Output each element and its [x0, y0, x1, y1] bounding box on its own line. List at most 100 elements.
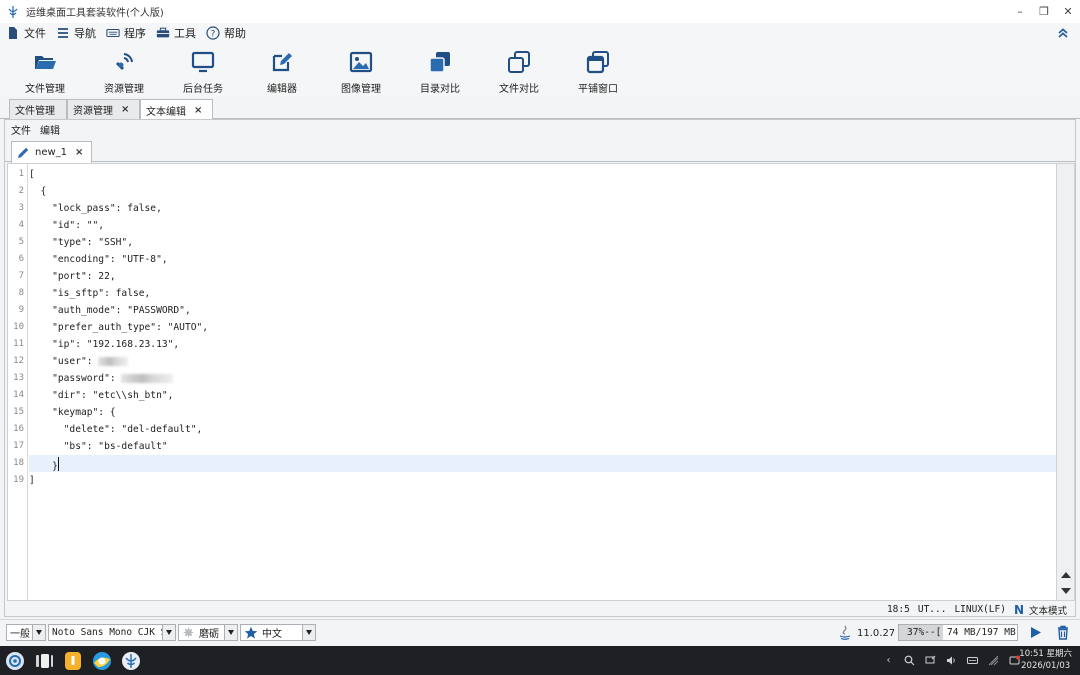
copy-solid-icon	[429, 52, 450, 73]
window-controls: – ❐ ✕	[1014, 0, 1074, 23]
tool-resource-manager[interactable]: 资源管理	[89, 47, 159, 95]
tool-file-compare[interactable]: 文件对比	[484, 47, 554, 95]
file-icon	[9, 27, 17, 39]
line-number: 7	[18, 271, 24, 281]
tab-close-button[interactable]: ×	[194, 105, 202, 116]
code-line-text: "user":	[29, 356, 99, 367]
editor-menu-edit[interactable]: 编辑	[40, 122, 60, 137]
trash-icon[interactable]	[1052, 624, 1074, 641]
vertical-scrollbar[interactable]	[1057, 163, 1075, 601]
tool-file-manager[interactable]: 文件管理	[10, 47, 80, 95]
font-select[interactable]: Noto Sans Mono CJK SC	[48, 624, 176, 641]
chevron-down-icon[interactable]	[224, 625, 237, 640]
file-tab-close-button[interactable]: ×	[75, 147, 83, 158]
menu-tools[interactable]: 工具	[156, 23, 196, 43]
file-tab-label: new_1	[35, 147, 68, 158]
restore-button[interactable]: ❐	[1038, 5, 1050, 18]
line-number: 10	[13, 322, 24, 332]
theme-select[interactable]: 磨砺	[178, 624, 238, 641]
code-line: "bs": "bs-default"	[29, 438, 1056, 455]
line-ending-indicator[interactable]: LINUX(LF)	[954, 604, 1005, 615]
close-window-button[interactable]: ✕	[1062, 5, 1074, 18]
collapse-toolbar-icon[interactable]	[1056, 26, 1070, 40]
menu-file[interactable]: 文件	[6, 23, 46, 43]
code-line-text: "keymap": {	[29, 407, 116, 418]
app-store-icon[interactable]	[63, 651, 83, 671]
app-status-bar: 一般 Noto Sans Mono CJK SC 磨砺 中文 11.0.27 3…	[0, 619, 1080, 645]
monitor-icon	[191, 51, 215, 73]
network-icon[interactable]	[988, 655, 999, 666]
tab-text-editor[interactable]: 文本编辑 ×	[140, 99, 213, 120]
file-tab[interactable]: new_1 ×	[11, 141, 93, 163]
code-line-text: "is_sftp": false,	[29, 288, 151, 299]
chevron-down-icon[interactable]	[32, 625, 45, 640]
search-icon[interactable]	[904, 655, 915, 666]
line-number: 6	[18, 254, 24, 264]
tab-file-manager[interactable]: 文件管理	[9, 99, 67, 119]
code-line-text: "id": "",	[29, 220, 105, 231]
ops-toolkit-taskbar-icon[interactable]	[121, 651, 141, 671]
editor-status-bar: 18:5 UT... LINUX(LF) N 文本模式	[5, 602, 1075, 617]
line-number: 13	[13, 373, 24, 383]
theme-value: 磨砺	[199, 629, 219, 640]
code-line: ]	[29, 472, 1056, 489]
code-line-text: "prefer_auth_type": "AUTO",	[29, 322, 209, 333]
chevron-left-icon[interactable]: ‹	[883, 655, 894, 666]
chevron-down-icon[interactable]	[302, 625, 315, 640]
menu-help-label: 帮助	[224, 27, 246, 40]
tool-label: 编辑器	[267, 84, 297, 95]
tool-dir-compare[interactable]: 目录对比	[405, 47, 475, 95]
language-value: 中文	[262, 629, 282, 640]
editor-menu-file[interactable]: 文件	[11, 122, 31, 137]
line-number: 14	[13, 390, 24, 400]
tool-editor[interactable]: 编辑器	[247, 47, 317, 95]
tool-label: 文件对比	[499, 84, 539, 95]
chevron-down-icon[interactable]	[162, 625, 175, 640]
keyboard-tray-icon[interactable]	[967, 655, 978, 666]
scroll-up-icon[interactable]	[1061, 572, 1071, 578]
code-line: "lock_pass": false,	[29, 200, 1056, 217]
browser-icon[interactable]	[92, 651, 112, 671]
multitask-view-icon[interactable]	[34, 651, 54, 671]
tab-resource-manager[interactable]: 资源管理 ×	[67, 99, 140, 119]
encoding-indicator[interactable]: UT...	[918, 604, 947, 615]
launcher-icon[interactable]	[5, 651, 25, 671]
menu-navigate[interactable]: 导航	[56, 23, 96, 43]
toolbar: 文件管理 资源管理 后台任务 编辑器 图像管理 目录对比 文件对比 平铺窗口	[0, 43, 1080, 97]
line-number: 5	[18, 237, 24, 247]
window-title: 运维桌面工具套装软件(个人版)	[26, 8, 164, 19]
file-tab-bar: new_1 ×	[5, 139, 1075, 163]
code-line-text: "port": 22,	[29, 271, 116, 282]
menu-navigate-label: 导航	[74, 27, 96, 40]
volume-icon[interactable]	[946, 655, 957, 666]
tool-image-manager[interactable]: 图像管理	[326, 47, 396, 95]
tab-close-button[interactable]: ×	[121, 104, 129, 115]
line-number-gutter: 1 2 3 4 5 6 7 8 9 10 11 12 13 14 15 16 17 18 19	[8, 164, 28, 600]
minimize-button[interactable]: –	[1014, 5, 1026, 18]
tool-label: 文件管理	[25, 84, 65, 95]
tool-label: 资源管理	[104, 84, 144, 95]
language-select[interactable]: 中文	[240, 624, 316, 641]
code-editor[interactable]: 1 2 3 4 5 6 7 8 9 10 11 12 13 14 15 16 17 18 19 [ { "lock_…	[7, 163, 1057, 601]
text-editor-panel: 文件 编辑 new_1 × 1 2 3 4 5 6 7 8 9 10 11 12 13 14 15 16 17 1…	[4, 119, 1076, 617]
code-line-text: ]	[29, 475, 35, 486]
menu-help[interactable]: ? 帮助	[206, 23, 246, 43]
screen-share-icon[interactable]	[925, 655, 936, 666]
scroll-down-icon[interactable]	[1061, 588, 1071, 594]
line-number: 17	[13, 441, 24, 451]
code-line-text: }	[29, 461, 58, 472]
code-line-text: "encoding": "UTF-8",	[29, 254, 168, 265]
category-select[interactable]: 一般	[6, 624, 46, 641]
line-number: 16	[13, 424, 24, 434]
tool-label: 平铺窗口	[578, 84, 618, 95]
tool-background-tasks[interactable]: 后台任务	[168, 47, 238, 95]
tool-tile-windows[interactable]: 平铺窗口	[563, 47, 633, 95]
code-line-text: "delete": "del-default",	[29, 424, 203, 435]
menu-program[interactable]: 程序	[106, 23, 146, 43]
edit-mode-indicator[interactable]: 文本模式	[1029, 603, 1067, 617]
code-line: "type": "SSH",	[29, 234, 1056, 251]
code-area[interactable]: [ { "lock_pass": false, "id": "", "type"…	[29, 164, 1056, 600]
run-gc-button[interactable]	[1024, 624, 1046, 641]
memory-usage-bar[interactable]: 37%--[ 74 MB/197 MB ]	[898, 624, 1018, 641]
clock[interactable]: 10:51 星期六 2026/01/03	[1019, 648, 1072, 672]
